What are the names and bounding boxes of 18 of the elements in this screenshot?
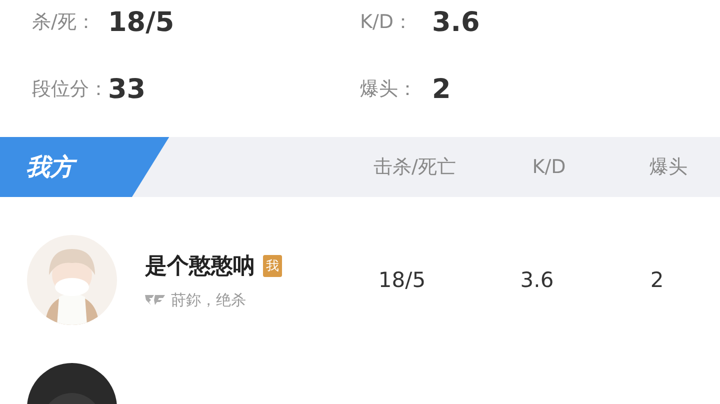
column-header: 击杀/死亡 xyxy=(372,155,457,180)
stat-value: 3.6 xyxy=(432,6,480,38)
player-name: 是个憨憨呐 xyxy=(145,252,255,280)
stat-value: 33 xyxy=(108,74,146,104)
me-badge: 我 xyxy=(263,254,282,276)
table-cell-text: 3.6 xyxy=(519,268,555,292)
table-cell-text: 2 xyxy=(649,268,665,292)
stat-value: 18/5 xyxy=(108,6,174,38)
player-subtitle: 莳鉨，绝杀 xyxy=(171,290,246,310)
game-logo-icon xyxy=(145,294,165,306)
stat-label: 爆头： xyxy=(360,77,418,102)
stat-label: K/D： xyxy=(360,10,414,35)
stat-value: 2 xyxy=(432,74,451,104)
column-header: 爆头 xyxy=(648,155,688,180)
stat-label: 杀/死： xyxy=(32,10,96,35)
stat-label: 段位分： xyxy=(32,77,108,102)
table-cell-text: 18/5 xyxy=(377,268,427,292)
column-header: K/D xyxy=(531,156,567,178)
